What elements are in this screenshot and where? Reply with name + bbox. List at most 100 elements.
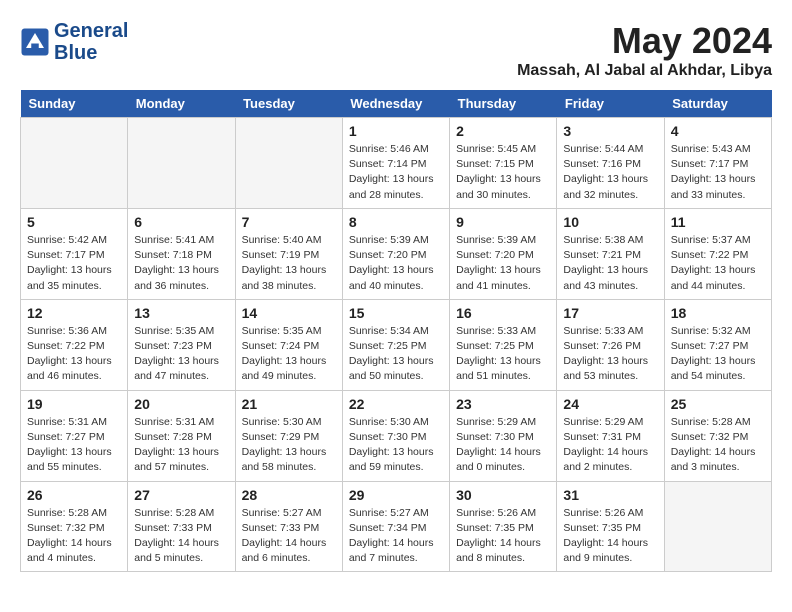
day-number: 5 <box>27 214 121 230</box>
calendar-cell: 2 Sunrise: 5:45 AMSunset: 7:15 PMDaylight… <box>450 118 557 209</box>
calendar-cell: 21 Sunrise: 5:30 AMSunset: 7:29 PMDayligh… <box>235 390 342 481</box>
day-info: Sunrise: 5:35 AMSunset: 7:24 PMDaylight:… <box>242 324 336 385</box>
calendar-cell: 6 Sunrise: 5:41 AMSunset: 7:18 PMDaylight… <box>128 208 235 299</box>
day-number: 9 <box>456 214 550 230</box>
day-number: 31 <box>563 487 657 503</box>
calendar-table: SundayMondayTuesdayWednesdayThursdayFrid… <box>20 90 772 572</box>
calendar-cell: 22 Sunrise: 5:30 AMSunset: 7:30 PMDayligh… <box>342 390 449 481</box>
calendar-cell: 29 Sunrise: 5:27 AMSunset: 7:34 PMDayligh… <box>342 481 449 572</box>
day-number: 2 <box>456 123 550 139</box>
calendar-cell <box>664 481 771 572</box>
calendar-week-row: 1 Sunrise: 5:46 AMSunset: 7:14 PMDaylight… <box>21 118 772 209</box>
day-number: 1 <box>349 123 443 139</box>
day-info: Sunrise: 5:30 AMSunset: 7:29 PMDaylight:… <box>242 415 336 476</box>
day-info: Sunrise: 5:45 AMSunset: 7:15 PMDaylight:… <box>456 142 550 203</box>
day-info: Sunrise: 5:38 AMSunset: 7:21 PMDaylight:… <box>563 233 657 294</box>
day-info: Sunrise: 5:40 AMSunset: 7:19 PMDaylight:… <box>242 233 336 294</box>
calendar-cell: 25Sunrise: 5:28 AMSunset: 7:32 PMDayligh… <box>664 390 771 481</box>
calendar-cell: 14 Sunrise: 5:35 AMSunset: 7:24 PMDayligh… <box>235 299 342 390</box>
day-info: Sunrise: 5:29 AMSunset: 7:31 PMDaylight:… <box>563 415 657 476</box>
day-info: Sunrise: 5:39 AMSunset: 7:20 PMDaylight:… <box>456 233 550 294</box>
day-number: 15 <box>349 305 443 321</box>
day-info: Sunrise: 5:27 AMSunset: 7:33 PMDaylight:… <box>242 506 336 567</box>
day-info: Sunrise: 5:43 AMSunset: 7:17 PMDaylight:… <box>671 142 765 203</box>
calendar-cell: 1 Sunrise: 5:46 AMSunset: 7:14 PMDaylight… <box>342 118 449 209</box>
calendar-cell: 7 Sunrise: 5:40 AMSunset: 7:19 PMDaylight… <box>235 208 342 299</box>
location: Massah, Al Jabal al Akhdar, Libya <box>517 62 772 80</box>
day-number: 21 <box>242 396 336 412</box>
weekday-header-monday: Monday <box>128 90 235 118</box>
day-info: Sunrise: 5:42 AMSunset: 7:17 PMDaylight:… <box>27 233 121 294</box>
day-info: Sunrise: 5:28 AMSunset: 7:32 PMDaylight:… <box>671 415 765 476</box>
day-number: 27 <box>134 487 228 503</box>
day-number: 29 <box>349 487 443 503</box>
day-number: 28 <box>242 487 336 503</box>
day-number: 12 <box>27 305 121 321</box>
weekday-header-saturday: Saturday <box>664 90 771 118</box>
calendar-cell: 19 Sunrise: 5:31 AMSunset: 7:27 PMDayligh… <box>21 390 128 481</box>
day-number: 11 <box>671 214 765 230</box>
calendar-cell: 18Sunrise: 5:32 AMSunset: 7:27 PMDayligh… <box>664 299 771 390</box>
weekday-header-sunday: Sunday <box>21 90 128 118</box>
calendar-cell: 27 Sunrise: 5:28 AMSunset: 7:33 PMDayligh… <box>128 481 235 572</box>
day-number: 10 <box>563 214 657 230</box>
logo-line1: General <box>54 20 128 42</box>
day-info: Sunrise: 5:33 AMSunset: 7:25 PMDaylight:… <box>456 324 550 385</box>
day-number: 26 <box>27 487 121 503</box>
day-number: 13 <box>134 305 228 321</box>
page-header: General Blue May 2024 Massah, Al Jabal a… <box>20 20 772 80</box>
calendar-cell: 23Sunrise: 5:29 AMSunset: 7:30 PMDayligh… <box>450 390 557 481</box>
day-number: 14 <box>242 305 336 321</box>
day-number: 19 <box>27 396 121 412</box>
weekday-header-thursday: Thursday <box>450 90 557 118</box>
logo-icon <box>20 27 50 57</box>
day-info: Sunrise: 5:35 AMSunset: 7:23 PMDaylight:… <box>134 324 228 385</box>
day-number: 22 <box>349 396 443 412</box>
calendar-cell <box>128 118 235 209</box>
calendar-cell: 30 Sunrise: 5:26 AMSunset: 7:35 PMDayligh… <box>450 481 557 572</box>
calendar-cell: 12 Sunrise: 5:36 AMSunset: 7:22 PMDayligh… <box>21 299 128 390</box>
day-info: Sunrise: 5:27 AMSunset: 7:34 PMDaylight:… <box>349 506 443 567</box>
weekday-header-friday: Friday <box>557 90 664 118</box>
day-number: 4 <box>671 123 765 139</box>
calendar-week-row: 19 Sunrise: 5:31 AMSunset: 7:27 PMDayligh… <box>21 390 772 481</box>
weekday-header-wednesday: Wednesday <box>342 90 449 118</box>
calendar-cell: 26 Sunrise: 5:28 AMSunset: 7:32 PMDayligh… <box>21 481 128 572</box>
calendar-cell: 4 Sunrise: 5:43 AMSunset: 7:17 PMDaylight… <box>664 118 771 209</box>
calendar-cell: 20Sunrise: 5:31 AMSunset: 7:28 PMDayligh… <box>128 390 235 481</box>
day-number: 6 <box>134 214 228 230</box>
day-number: 8 <box>349 214 443 230</box>
calendar-cell: 17Sunrise: 5:33 AMSunset: 7:26 PMDayligh… <box>557 299 664 390</box>
calendar-week-row: 12 Sunrise: 5:36 AMSunset: 7:22 PMDayligh… <box>21 299 772 390</box>
day-info: Sunrise: 5:33 AMSunset: 7:26 PMDaylight:… <box>563 324 657 385</box>
day-info: Sunrise: 5:46 AMSunset: 7:14 PMDaylight:… <box>349 142 443 203</box>
calendar-cell: 8Sunrise: 5:39 AMSunset: 7:20 PMDaylight… <box>342 208 449 299</box>
calendar-cell: 9 Sunrise: 5:39 AMSunset: 7:20 PMDaylight… <box>450 208 557 299</box>
day-info: Sunrise: 5:32 AMSunset: 7:27 PMDaylight:… <box>671 324 765 385</box>
logo-text: General Blue <box>54 20 128 64</box>
day-number: 3 <box>563 123 657 139</box>
day-info: Sunrise: 5:28 AMSunset: 7:33 PMDaylight:… <box>134 506 228 567</box>
calendar-cell: 10 Sunrise: 5:38 AMSunset: 7:21 PMDayligh… <box>557 208 664 299</box>
day-info: Sunrise: 5:36 AMSunset: 7:22 PMDaylight:… <box>27 324 121 385</box>
day-info: Sunrise: 5:26 AMSunset: 7:35 PMDaylight:… <box>563 506 657 567</box>
day-info: Sunrise: 5:31 AMSunset: 7:28 PMDaylight:… <box>134 415 228 476</box>
day-number: 30 <box>456 487 550 503</box>
day-info: Sunrise: 5:26 AMSunset: 7:35 PMDaylight:… <box>456 506 550 567</box>
day-info: Sunrise: 5:37 AMSunset: 7:22 PMDaylight:… <box>671 233 765 294</box>
logo: General Blue <box>20 20 128 64</box>
day-number: 16 <box>456 305 550 321</box>
calendar-cell: 31 Sunrise: 5:26 AMSunset: 7:35 PMDayligh… <box>557 481 664 572</box>
day-info: Sunrise: 5:28 AMSunset: 7:32 PMDaylight:… <box>27 506 121 567</box>
calendar-cell: 28 Sunrise: 5:27 AMSunset: 7:33 PMDayligh… <box>235 481 342 572</box>
calendar-cell: 3Sunrise: 5:44 AMSunset: 7:16 PMDaylight… <box>557 118 664 209</box>
calendar-cell: 11 Sunrise: 5:37 AMSunset: 7:22 PMDayligh… <box>664 208 771 299</box>
title-area: May 2024 Massah, Al Jabal al Akhdar, Lib… <box>517 20 772 80</box>
calendar-cell: 15Sunrise: 5:34 AMSunset: 7:25 PMDayligh… <box>342 299 449 390</box>
day-info: Sunrise: 5:30 AMSunset: 7:30 PMDaylight:… <box>349 415 443 476</box>
day-info: Sunrise: 5:41 AMSunset: 7:18 PMDaylight:… <box>134 233 228 294</box>
calendar-week-row: 5 Sunrise: 5:42 AMSunset: 7:17 PMDaylight… <box>21 208 772 299</box>
calendar-cell: 24Sunrise: 5:29 AMSunset: 7:31 PMDayligh… <box>557 390 664 481</box>
day-number: 7 <box>242 214 336 230</box>
day-info: Sunrise: 5:31 AMSunset: 7:27 PMDaylight:… <box>27 415 121 476</box>
